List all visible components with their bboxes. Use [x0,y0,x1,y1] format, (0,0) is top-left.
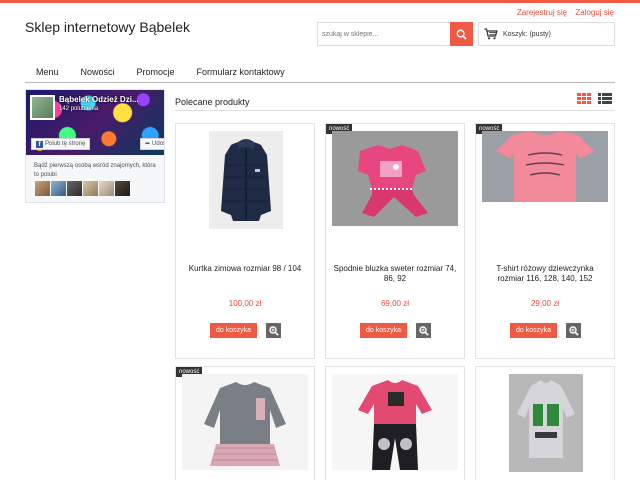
quick-view-button[interactable] [266,323,281,338]
facebook-like-label: Polub tę stronę [45,141,86,147]
section-title: Polecane produkty [175,97,250,107]
facebook-like-button[interactable]: f Polub tę stronę [31,138,91,150]
product-price: 29,00 zł [530,299,560,308]
quick-view-button[interactable] [416,323,431,338]
friend-avatar[interactable] [99,181,114,196]
nav-item-new[interactable]: Nowości [70,62,126,82]
quick-view-button[interactable] [566,323,581,338]
facebook-widget: Bąbelek Odzież Dzi... 142 polubienia f P… [25,89,165,203]
product-price: 69,00 zł [380,299,410,308]
facebook-friends [35,181,130,196]
register-link[interactable]: Zarejestruj się [517,8,567,17]
product-image[interactable] [482,131,608,202]
search-icon [456,29,467,40]
friend-avatar[interactable] [115,181,130,196]
zoom-icon [418,325,429,336]
product-card[interactable]: nowość [175,366,315,480]
section-divider [175,110,615,111]
product-price: 100,00 zł [228,299,262,308]
cart-label: Koszyk: (pusty) [503,30,551,38]
product-name[interactable]: Spodnie bluzka sweter rozmiar 74, 86, 92 [332,264,458,284]
grid-view-icon[interactable] [577,93,591,104]
list-view-icon[interactable] [598,93,612,104]
friend-avatar[interactable] [51,181,66,196]
product-image[interactable] [209,131,283,229]
search-bar [317,22,473,46]
shop-title[interactable]: Sklep internetowy Bąbelek [25,19,190,35]
login-link[interactable]: Zaloguj się [575,8,614,17]
product-image[interactable] [332,374,458,470]
top-accent-bar [0,0,640,3]
facebook-page-name[interactable]: Bąbelek Odzież Dzi... [59,95,139,104]
facebook-share-label: Udostępnij [152,141,164,147]
product-card[interactable] [475,366,615,480]
product-image[interactable] [182,374,308,470]
add-to-cart-button[interactable]: do koszyka [210,323,258,338]
facebook-likes: 142 polubienia [59,106,99,112]
product-card[interactable]: Kurtka zimowa rozmiar 98 / 104 100,00 zł… [175,123,315,359]
share-icon: ➦ [145,141,151,147]
product-card[interactable]: nowość Spodnie bluzka sweter rozmiar 74,… [325,123,465,359]
nav-item-contact[interactable]: Formularz kontaktowy [186,62,296,82]
product-image[interactable] [332,131,458,226]
product-image[interactable] [509,374,583,472]
facebook-icon: f [36,140,43,148]
nav-item-menu[interactable]: Menu [25,62,70,82]
zoom-icon [268,325,279,336]
facebook-friends-text: Bądź pierwszą osobą wśród znajomych, któ… [34,163,156,178]
facebook-cover[interactable]: Bąbelek Odzież Dzi... 142 polubienia f P… [26,90,164,155]
search-input[interactable] [317,22,450,46]
add-to-cart-button[interactable]: do koszyka [510,323,558,338]
product-name[interactable]: T-shirt różowy dziewczynka rozmiar 116, … [482,264,608,284]
main-nav: Menu Nowości Promocje Formularz kontakto… [25,62,615,83]
search-button[interactable] [450,22,473,46]
friend-avatar[interactable] [83,181,98,196]
product-name[interactable]: Kurtka zimowa rozmiar 98 / 104 [182,264,308,274]
facebook-avatar[interactable] [30,95,55,120]
product-card[interactable]: nowość T-shirt różowy dziewczynka rozmia… [475,123,615,359]
facebook-share-button[interactable]: ➦ Udostępnij [140,138,164,150]
friend-avatar[interactable] [35,181,50,196]
add-to-cart-button[interactable]: do koszyka [360,323,408,338]
cart-icon [484,28,498,40]
cart-button[interactable]: Koszyk: (pusty) [478,22,615,46]
nav-item-promotions[interactable]: Promocje [126,62,186,82]
product-card[interactable] [325,366,465,480]
auth-links: Zarejestruj się Zaloguj się [511,8,614,17]
friend-avatar[interactable] [67,181,82,196]
zoom-icon [568,325,579,336]
